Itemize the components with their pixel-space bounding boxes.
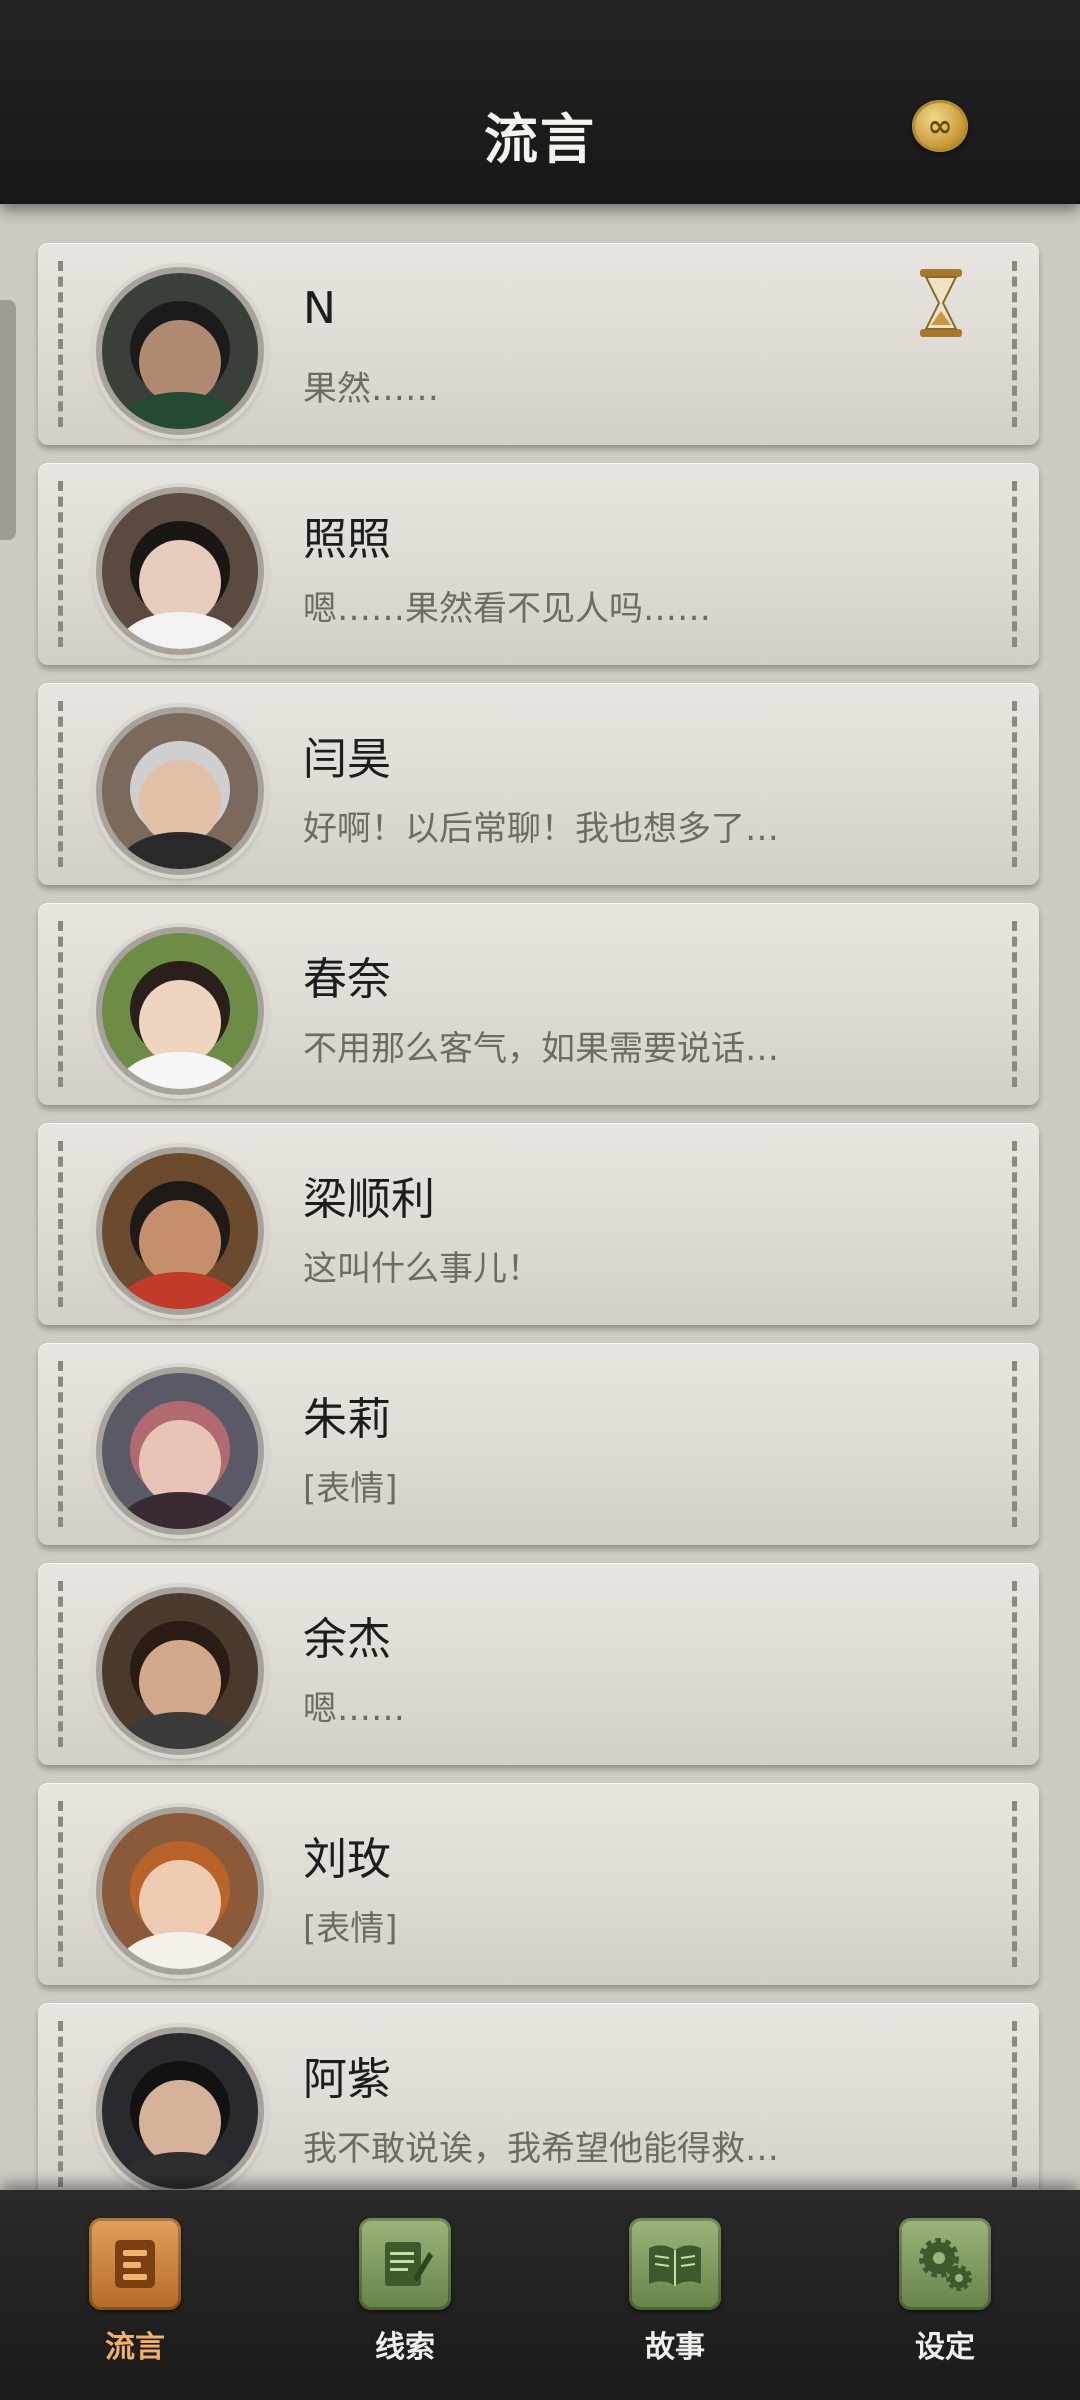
contact-name: 朱莉 [303,1394,391,1445]
avatar [96,707,264,875]
stitch-decoration [58,261,63,427]
avatar-shoulders [117,391,243,429]
conversation-card[interactable]: 朱莉 [表情] [38,1343,1039,1545]
avatar-shoulders [117,611,243,649]
avatar-shoulders [117,1711,243,1749]
conversation-card[interactable]: N 果然…… [38,243,1039,445]
conversation-card[interactable]: 春奈不用那么客气，如果需要说话… [38,903,1039,1105]
stitch-decoration [58,701,63,867]
avatar [96,927,264,1095]
avatar-shoulders [117,1491,243,1529]
stitch-decoration [58,1141,63,1307]
bottom-nav: 流言 线索 故事 设定 [0,2190,1080,2400]
stitch-decoration [1012,701,1017,867]
stitch-decoration [58,481,63,647]
infinity-coin-icon[interactable]: ∞ [912,100,968,152]
stitch-decoration [1012,1581,1017,1747]
stitch-decoration [1012,1801,1017,1967]
header: 流言 ∞ [0,0,1080,204]
stitch-decoration [1012,481,1017,647]
avatar [96,1587,264,1755]
avatar-shoulders [117,831,243,869]
hourglass-icon[interactable] [918,267,964,339]
avatar [96,487,264,655]
gears-icon [899,2218,991,2310]
avatar [96,1147,264,1315]
scroll-indicator [0,300,16,540]
nav-item-stories[interactable]: 故事 [610,2218,740,2366]
conversation-card[interactable]: 刘玫 [表情] [38,1783,1039,1985]
stitch-decoration [58,1361,63,1527]
nav-label: 流言 [105,2330,165,2365]
avatar [96,267,264,435]
nav-label: 设定 [915,2330,975,2365]
last-message: 果然…… [303,369,439,409]
contact-name: 梁顺利 [303,1174,435,1225]
avatar-shoulders [117,1271,243,1309]
stitch-decoration [58,1801,63,1967]
avatar-shoulders [117,2151,243,2189]
nav-item-settings[interactable]: 设定 [880,2218,1010,2366]
last-message: [表情] [303,1909,398,1949]
conversation-card[interactable]: 阿紫我不敢说诶，我希望他能得救… [38,2003,1039,2190]
last-message: 不用那么客气，如果需要说话… [303,1029,779,1069]
nav-label: 线索 [375,2330,435,2365]
conversation-card[interactable]: 余杰嗯…… [38,1563,1039,1765]
last-message: [表情] [303,1469,398,1509]
conversation-card[interactable]: 照照嗯……果然看不见人吗…… [38,463,1039,665]
stitch-decoration [58,921,63,1087]
chat-book-icon [89,2218,181,2310]
last-message: 我不敢说诶，我希望他能得救… [303,2129,779,2169]
conversation-card[interactable]: 梁顺利这叫什么事儿！ [38,1123,1039,1325]
contact-name: 刘玫 [303,1834,391,1885]
avatar-shoulders [117,1051,243,1089]
nav-label: 故事 [645,2330,705,2365]
avatar-shoulders [117,1931,243,1969]
last-message: 嗯……果然看不见人吗…… [303,589,711,629]
last-message: 这叫什么事儿！ [303,1249,541,1289]
nav-item-clues[interactable]: 线索 [340,2218,470,2366]
contact-name: 春奈 [303,954,391,1005]
nav-item-rumors[interactable]: 流言 [70,2218,200,2366]
notepad-icon [359,2218,451,2310]
stitch-decoration [1012,921,1017,1087]
stitch-decoration [1012,261,1017,427]
avatar [96,1367,264,1535]
contact-name: N [303,283,336,334]
last-message: 好啊！以后常聊！我也想多了… [303,809,779,849]
conversation-list[interactable]: N 果然…… 照照 嗯……果然看不见人吗…… 闫昊 好啊！以后常聊！我也想多了… 春奈 不用那… [0,0,1080,2190]
stitch-decoration [58,2021,63,2187]
contact-name: 阿紫 [303,2054,391,2105]
contact-name: 照照 [303,514,391,565]
last-message: 嗯…… [303,1689,405,1729]
contact-name: 余杰 [303,1614,391,1665]
stitch-decoration [1012,1361,1017,1527]
contact-name: 闫昊 [303,734,391,785]
open-book-icon [629,2218,721,2310]
avatar [96,2027,264,2190]
stitch-decoration [1012,2021,1017,2187]
conversation-card[interactable]: 闫昊好啊！以后常聊！我也想多了… [38,683,1039,885]
stitch-decoration [1012,1141,1017,1307]
avatar [96,1807,264,1975]
stitch-decoration [58,1581,63,1747]
